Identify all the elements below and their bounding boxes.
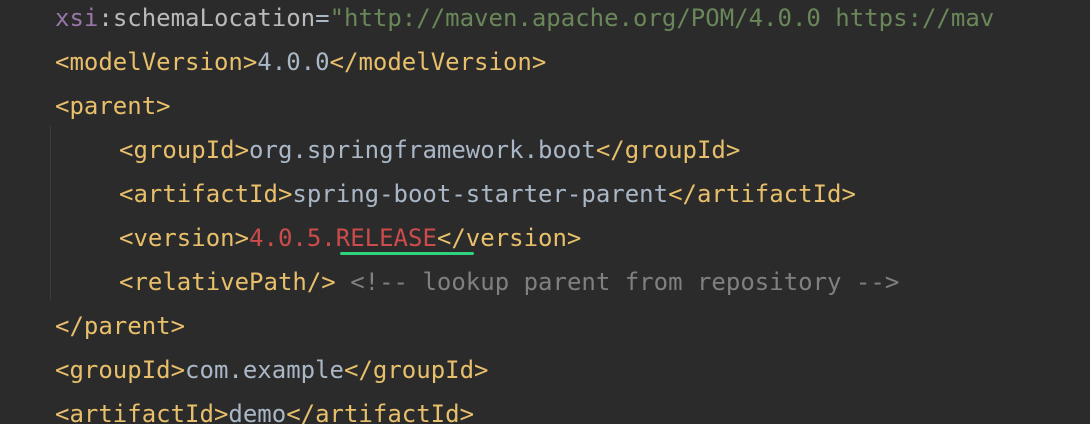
artifact-id-open-tag: <artifactId> [55,400,229,424]
artifact-id-open-tag: <artifactId> [119,180,293,208]
artifact-id-value: demo [228,400,287,424]
relative-path-comment: <!-- lookup parent from repository --> [335,268,900,296]
code-line-parent-group-id[interactable]: <groupId>org.springframework.boot</group… [119,128,740,172]
group-id-open-tag: <groupId> [119,136,250,164]
xsi-namespace: xsi [55,4,99,32]
code-line-relative-path[interactable]: <relativePath/> <!-- lookup parent from … [119,260,899,304]
code-line-parent-open[interactable]: <parent> [55,84,171,128]
model-version-close-tag: </modelVersion> [329,48,547,76]
code-line-schema-location[interactable]: xsi:schemaLocation="http://maven.apache.… [55,0,994,40]
version-close-tag: </version> [436,224,582,252]
artifact-id-close-tag: </artifactId> [286,400,475,424]
schema-location-attr: schemaLocation [112,4,316,32]
code-line-artifact-id[interactable]: <artifactId>demo</artifactId> [55,392,474,424]
parent-open-tag: <parent> [55,92,171,120]
schema-location-value: "http://maven.apache.org/POM/4.0.0 https… [329,4,995,32]
artifact-id-close-tag: </artifactId> [668,180,856,208]
parent-group-id-value: org.springframework.boot [249,136,596,164]
equals-sign: = [315,4,330,32]
group-id-value: com.example [185,356,344,384]
group-id-close-tag: </groupId> [344,356,489,384]
error-squiggle-underline [340,252,474,255]
version-open-tag: <version> [119,224,250,252]
model-version-open-tag: <modelVersion> [55,48,258,76]
group-id-open-tag: <groupId> [55,356,186,384]
code-editor[interactable]: xsi:schemaLocation="http://maven.apache.… [0,0,1090,424]
code-line-parent-artifact-id[interactable]: <artifactId>spring-boot-starter-parent</… [119,172,856,216]
colon: : [98,4,113,32]
group-id-close-tag: </groupId> [595,136,741,164]
parent-close-tag: </parent> [55,312,186,340]
code-line-group-id[interactable]: <groupId>com.example</groupId> [55,348,489,392]
relative-path-tag: <relativePath/> [119,268,336,296]
model-version-value: 4.0.0 [257,48,330,76]
indent-guide [50,126,51,300]
code-line-model-version[interactable]: <modelVersion>4.0.0</modelVersion> [55,40,546,84]
version-value-error[interactable]: 4.0.5.RELEASE [249,224,437,252]
code-line-parent-close[interactable]: </parent> [55,304,185,348]
parent-artifact-id-value: spring-boot-starter-parent [292,180,669,208]
